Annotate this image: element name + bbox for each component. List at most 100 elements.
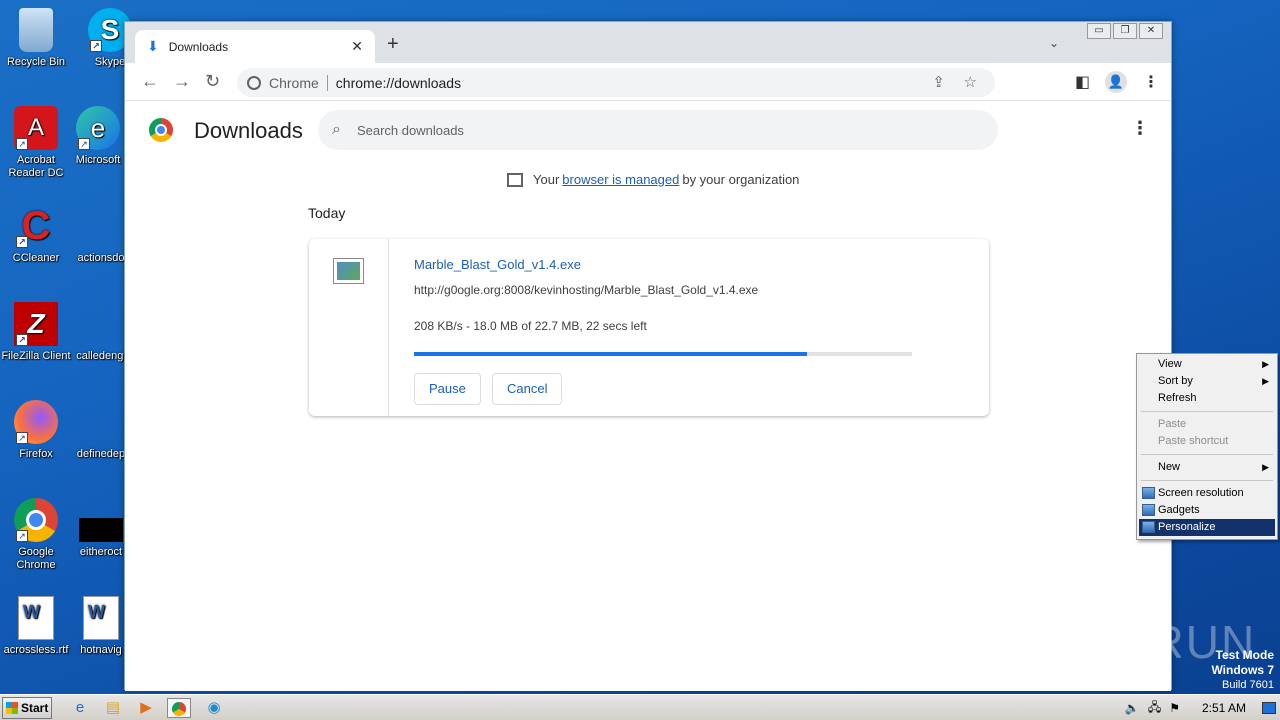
gadgets-icon <box>1142 504 1155 516</box>
back-arrow-icon[interactable]: ← <box>141 71 159 92</box>
tab-downloads[interactable]: ⬇ Downloads ✕ <box>135 30 375 63</box>
menu-label: Paste <box>1158 418 1187 430</box>
menu-separator <box>1141 411 1273 412</box>
download-icon: ⬇ <box>147 38 159 54</box>
site-chip: Chrome <box>269 74 319 91</box>
desktop-icon-firefox[interactable]: ↗ Firefox <box>1 400 71 461</box>
filezilla-icon: Z ↗ <box>14 302 58 346</box>
show-desktop-icon[interactable] <box>1262 702 1276 714</box>
chrome-taskbar-icon[interactable] <box>167 698 191 718</box>
menu-item-personalize[interactable]: Personalize <box>1139 519 1275 536</box>
reload-icon[interactable]: ↻ <box>205 71 220 92</box>
tab-search-chevron-icon[interactable]: ⌄ <box>1049 36 1059 50</box>
address-bar[interactable]: Chrome chrome://downloads ⇪ ☆ <box>237 68 995 97</box>
menu-item-sort-by[interactable]: Sort by ▶ <box>1139 373 1275 390</box>
pause-button[interactable]: Pause <box>414 373 481 405</box>
bookmark-star-icon[interactable]: ☆ <box>964 73 977 91</box>
desktop-icon-ccleaner[interactable]: C ↗ CCleaner <box>1 204 71 265</box>
share-icon[interactable]: ⇪ <box>932 73 945 91</box>
start-button[interactable]: Start <box>2 697 52 719</box>
managed-prefix: Your <box>533 172 560 187</box>
test-mode-line: Test Mode <box>1215 648 1274 662</box>
desktop-icon-filezilla[interactable]: Z ↗ FileZilla Client <box>1 302 71 363</box>
omnibox-separator <box>326 74 328 91</box>
shortcut-arrow-icon: ↗ <box>16 530 28 542</box>
managed-suffix: by your organization <box>682 172 800 187</box>
blank-file-icon <box>79 400 123 444</box>
menu-label: Screen resolution <box>1158 487 1244 499</box>
cancel-button[interactable]: Cancel <box>492 373 563 405</box>
date-section-heading: Today <box>308 205 346 221</box>
minimize-button[interactable]: ▭ <box>1087 23 1111 39</box>
download-progress-fill <box>414 352 808 356</box>
media-player-icon[interactable]: ▶ <box>134 698 158 718</box>
submenu-arrow-icon: ▶ <box>1262 376 1269 386</box>
word-document-icon: W <box>83 596 119 640</box>
browser-menu-icon[interactable]: ⋮ <box>1143 72 1159 92</box>
side-panel-icon[interactable]: ◧ <box>1075 72 1090 92</box>
shortcut-arrow-icon: ↗ <box>16 432 28 444</box>
menu-item-screen-resolution[interactable]: Screen resolution <box>1139 485 1275 502</box>
profile-avatar-icon[interactable]: 👤 <box>1105 71 1127 93</box>
browser-toolbar: ← → ↻ Chrome chrome://downloads ⇪ ☆ ◧ 👤 … <box>125 63 1171 101</box>
shortcut-arrow-icon: ↗ <box>90 40 102 52</box>
tab-title: Downloads <box>168 39 229 54</box>
screen-resolution-icon <box>1142 487 1155 499</box>
download-progress-bar <box>414 352 912 356</box>
shortcut-arrow-icon: ↗ <box>78 138 90 150</box>
submenu-arrow-icon: ▶ <box>1262 462 1269 472</box>
desktop-context-menu: View ▶ Sort by ▶ Refresh Paste Paste short… <box>1136 353 1278 540</box>
menu-separator <box>1141 480 1273 481</box>
internet-explorer-icon[interactable]: e <box>68 698 92 718</box>
shortcut-arrow-icon: ↗ <box>16 334 28 346</box>
menu-label: Gadgets <box>1158 504 1200 516</box>
desktop-icon-acrobat[interactable]: A ↗ Acrobat Reader DC <box>1 106 71 180</box>
menu-label: View <box>1158 358 1182 370</box>
ccleaner-icon: C ↗ <box>14 204 58 248</box>
blank-file-icon <box>79 204 123 248</box>
close-window-button[interactable]: ✕ <box>1139 23 1163 39</box>
window-controls: ▭ ❐ ✕ <box>1087 23 1163 39</box>
browser-managed-link[interactable]: browser is managed <box>562 172 679 187</box>
forward-arrow-icon[interactable]: → <box>173 71 191 92</box>
action-center-flag-icon[interactable]: ⚑ <box>1169 701 1180 715</box>
menu-item-gadgets[interactable]: Gadgets <box>1139 502 1275 519</box>
downloads-header: Downloads ⌕ Search downloads ⋮ <box>125 102 1171 158</box>
desktop-icon-acrossless[interactable]: W acrossless.rtf <box>1 596 71 657</box>
menu-separator <box>1141 454 1273 455</box>
restore-button[interactable]: ❐ <box>1113 23 1137 39</box>
menu-label: Personalize <box>1158 521 1216 533</box>
clock[interactable]: 2:51 AM <box>1202 701 1246 715</box>
recycle-bin-icon <box>19 8 53 52</box>
acrobat-reader-icon: A ↗ <box>14 106 58 150</box>
network-icon[interactable]: 🖧 <box>1148 698 1161 719</box>
search-placeholder: Search downloads <box>356 122 464 138</box>
download-status: 208 KB/s - 18.0 MB of 22.7 MB, 22 secs l… <box>414 319 647 333</box>
exe-file-icon <box>333 258 364 284</box>
download-source-url[interactable]: http://g0ogle.org:8008/kevinhosting/Marb… <box>414 283 758 297</box>
new-tab-button[interactable]: + <box>387 33 399 56</box>
desktop-icon-microsoft-edge[interactable]: e ↗ Microsoft <box>63 106 133 167</box>
menu-item-paste-shortcut: Paste shortcut <box>1139 433 1275 450</box>
building-icon <box>507 172 523 187</box>
menu-item-refresh[interactable]: Refresh <box>1139 390 1275 407</box>
chrome-window: ⬇ Downloads ✕ + ⌄ ▭ ❐ ✕ ← → ↻ Chrome chr… <box>124 21 1172 691</box>
file-explorer-icon[interactable]: ▤ <box>101 698 125 718</box>
desktop-icon-recycle-bin[interactable]: Recycle Bin <box>1 8 71 69</box>
search-downloads-input[interactable]: ⌕ Search downloads <box>318 110 998 150</box>
file-icon-column <box>309 239 389 416</box>
desktop-icon-google-chrome[interactable]: ↗ Google Chrome <box>1 498 71 572</box>
edge-taskbar-icon[interactable]: ◉ <box>202 698 226 718</box>
blank-file-icon <box>79 302 123 346</box>
tab-close-button[interactable]: ✕ <box>351 38 363 55</box>
managed-notice: Your browser is managed by your organiza… <box>507 172 799 187</box>
download-filename-link[interactable]: Marble_Blast_Gold_v1.4.exe <box>414 257 581 272</box>
menu-label: Refresh <box>1158 392 1197 404</box>
page-title: Downloads <box>194 118 303 143</box>
volume-icon[interactable]: 🔈 <box>1125 701 1140 715</box>
downloads-more-actions-icon[interactable]: ⋮ <box>1131 118 1149 139</box>
menu-item-view[interactable]: View ▶ <box>1139 356 1275 373</box>
search-icon: ⌕ <box>332 121 341 138</box>
shortcut-arrow-icon: ↗ <box>16 138 28 150</box>
menu-item-new[interactable]: New ▶ <box>1139 459 1275 476</box>
